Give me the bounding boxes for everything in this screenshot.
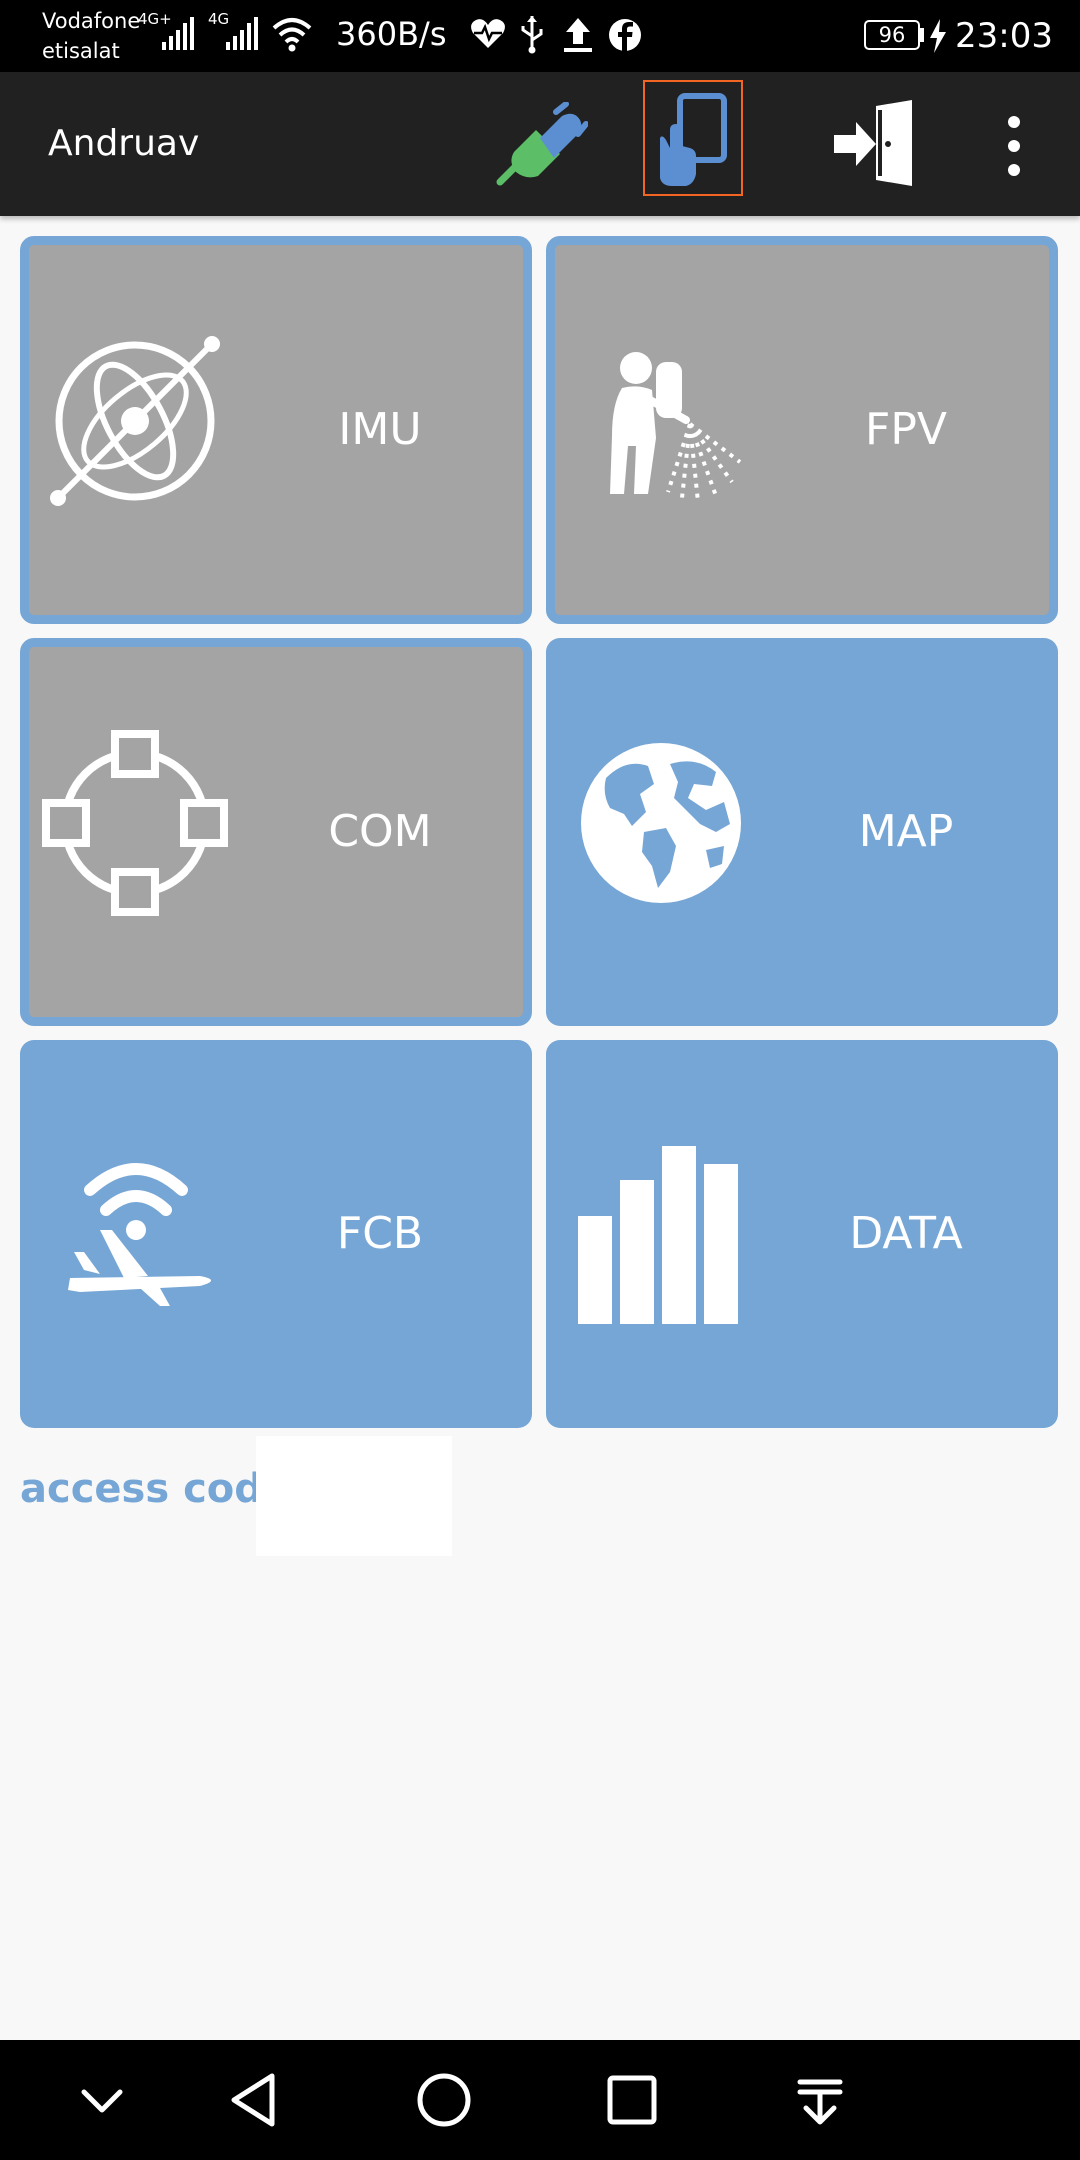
- battery-tip: [920, 28, 924, 42]
- facebook-icon: [609, 19, 641, 51]
- network-nodes-icon: [42, 730, 228, 916]
- battery-icon: 96: [864, 20, 920, 50]
- tile-com[interactable]: COM: [20, 638, 532, 1026]
- carrier-2: etisalat: [42, 39, 120, 63]
- chevron-down-icon: [81, 2089, 123, 2113]
- sprayer-person-icon: [610, 352, 742, 503]
- hand-tablet-icon: [660, 93, 727, 186]
- clock: 23:03: [955, 16, 1053, 56]
- network-speed: 360B/s: [336, 15, 447, 53]
- exit-button[interactable]: [832, 100, 918, 186]
- connection-button[interactable]: [496, 101, 589, 194]
- tile-fcb[interactable]: FCB: [20, 1040, 532, 1428]
- tile-data[interactable]: DATA: [546, 1040, 1058, 1428]
- tile-label: DATA: [849, 1208, 963, 1259]
- tile-label: MAP: [858, 806, 954, 857]
- tile-map[interactable]: MAP: [546, 638, 1058, 1026]
- tile-label: FCB: [336, 1208, 424, 1259]
- nav-back-button[interactable]: [216, 2060, 296, 2140]
- more-vert-icon: [1008, 116, 1020, 176]
- nav-notifications-button[interactable]: [780, 2060, 860, 2140]
- status-bar: Vodafone etisalat 4G+ 4G 360B/s 96 23:03: [0, 0, 1080, 72]
- app-bar: Andruav: [0, 72, 1080, 216]
- nav-home-button[interactable]: [404, 2060, 484, 2140]
- back-icon: [231, 2073, 275, 2127]
- plug-connected-icon: [496, 101, 589, 186]
- navigation-bar: [0, 2040, 1080, 2160]
- exit-door-icon: [834, 100, 912, 186]
- signal-icon: [162, 17, 194, 50]
- overflow-menu-button[interactable]: [996, 108, 1032, 184]
- recents-icon: [607, 2075, 657, 2125]
- carrier-names: Vodafone etisalat: [42, 6, 140, 66]
- home-icon: [417, 2073, 471, 2127]
- notification-pull-icon: [797, 2079, 843, 2125]
- bar-chart-icon: [578, 1146, 738, 1324]
- remote-control-button[interactable]: [652, 90, 736, 190]
- app-title: Andruav: [48, 123, 200, 164]
- carrier-1: Vodafone: [42, 9, 141, 33]
- tile-label: IMU: [338, 404, 422, 455]
- plane-wifi-icon: [68, 1163, 211, 1306]
- heartbeat-icon: [471, 19, 505, 48]
- upload-icon: [564, 18, 592, 52]
- tile-label: COM: [328, 806, 432, 857]
- signal-icon: [226, 17, 258, 50]
- charging-icon: [930, 19, 946, 53]
- wifi-icon: [272, 18, 312, 52]
- tile-imu[interactable]: IMU: [20, 236, 532, 624]
- usb-icon: [521, 16, 543, 54]
- nav-collapse-button[interactable]: [62, 2060, 142, 2140]
- gyroscope-icon: [50, 336, 220, 506]
- tile-fpv[interactable]: FPV: [546, 236, 1058, 624]
- access-code-input[interactable]: [256, 1436, 452, 1556]
- nav-recents-button[interactable]: [592, 2060, 672, 2140]
- tile-label: FPV: [865, 404, 947, 455]
- globe-icon: [581, 743, 741, 903]
